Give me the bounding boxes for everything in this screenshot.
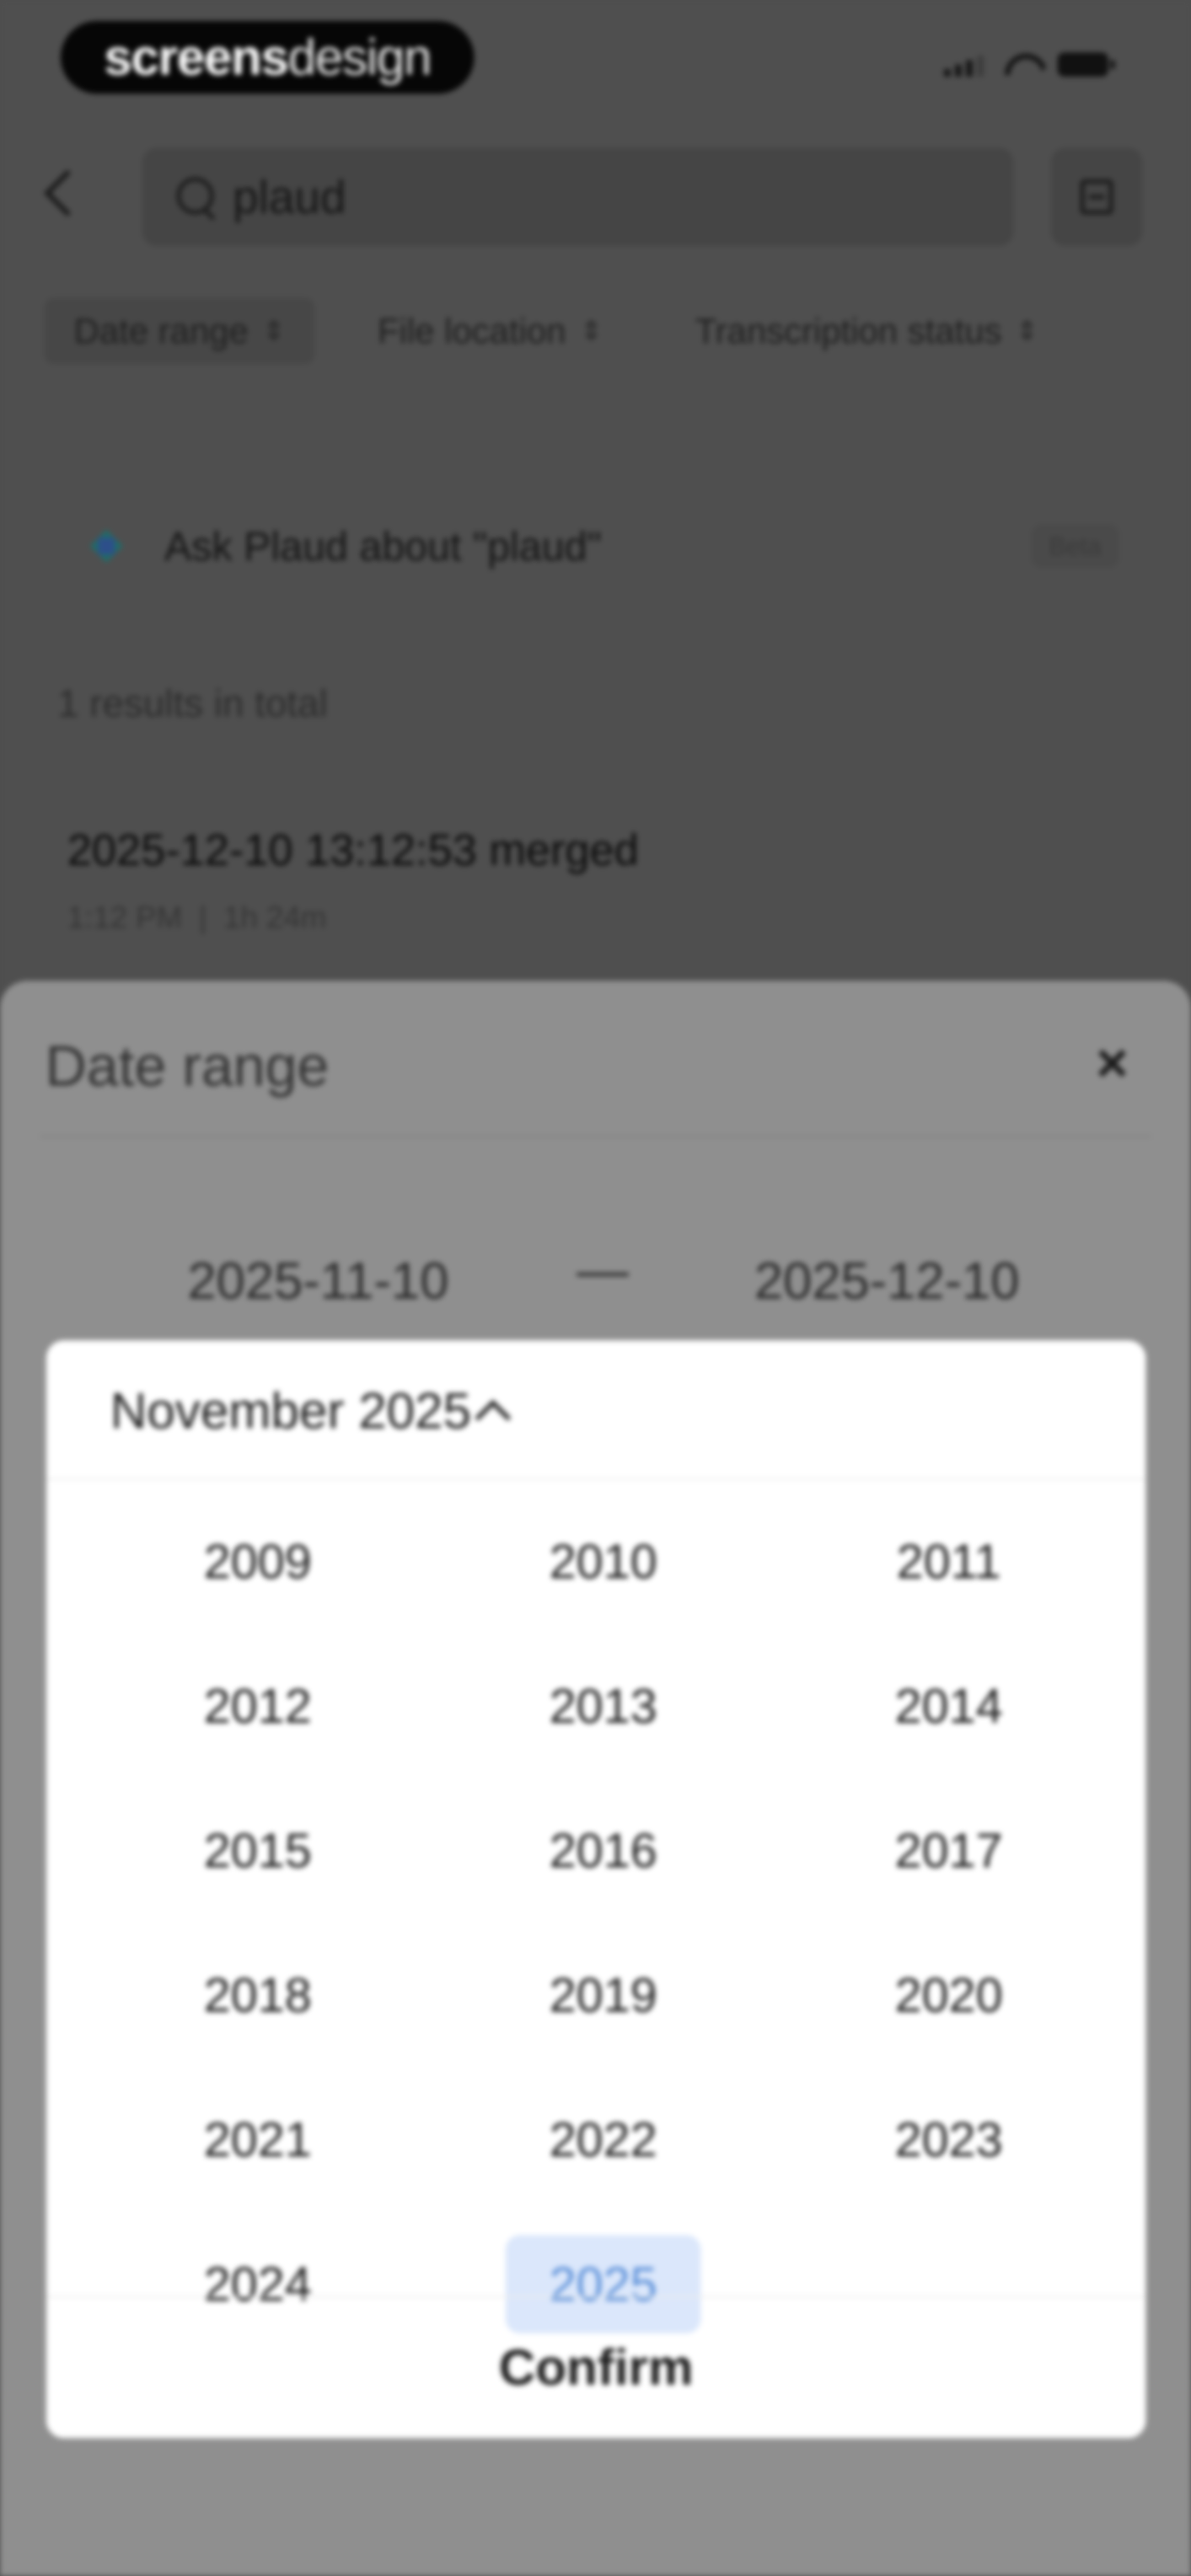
brand-watermark: screens design — [61, 21, 474, 94]
divider — [40, 1135, 1151, 1137]
chip-label: File location — [377, 311, 566, 351]
chip-date-range[interactable]: Date range ⇕ — [44, 298, 315, 364]
month-year-label: November 2025 — [110, 1383, 471, 1439]
year-picker-popup: November 2025 2009 2010 2011 2012 2013 2014 20… — [46, 1340, 1146, 2438]
year-label: 2016 — [549, 1823, 657, 1878]
year-option-2018[interactable]: 2018 — [85, 1923, 431, 2067]
result-duration: 1h 24m — [223, 900, 326, 934]
year-option-2009[interactable]: 2009 — [85, 1489, 431, 1634]
result-time: 1:12 PM — [67, 900, 183, 934]
signal-icon — [944, 56, 984, 77]
year-option-2015[interactable]: 2015 — [85, 1778, 431, 1923]
list-filter-button[interactable] — [1051, 148, 1142, 246]
year-option-2020[interactable]: 2020 — [776, 1923, 1122, 2067]
search-icon — [176, 177, 216, 217]
sort-updown-icon: ⇕ — [580, 317, 603, 346]
divider — [46, 1478, 1146, 1480]
year-option-2012[interactable]: 2012 — [85, 1634, 431, 1778]
battery-icon — [1058, 52, 1115, 77]
year-option-2019[interactable]: 2019 — [431, 1923, 776, 2067]
filter-chips: Date range ⇕ File location ⇕ Transcripti… — [44, 298, 1068, 364]
year-option-2016[interactable]: 2016 — [431, 1778, 776, 1923]
sort-updown-icon: ⇕ — [1016, 317, 1038, 346]
year-grid: 2009 2010 2011 2012 2013 2014 2015 2016 2017 2018… — [85, 1489, 1122, 2356]
year-label: 2023 — [894, 2112, 1003, 2167]
year-label: 2019 — [549, 1968, 657, 2022]
year-label: 2017 — [894, 1823, 1003, 1878]
chip-transcription-status[interactable]: Transcription status ⇕ — [666, 298, 1068, 364]
year-label: 2018 — [203, 1968, 312, 2022]
confirm-button[interactable]: Confirm — [46, 2297, 1146, 2438]
year-label: 2020 — [894, 1968, 1003, 2022]
wifi-icon — [1005, 54, 1037, 77]
result-title[interactable]: 2025-12-10 13:12:53 merged — [67, 825, 639, 875]
year-label: 2015 — [203, 1823, 312, 1878]
year-label: 2010 — [549, 1534, 657, 1589]
year-option-2013[interactable]: 2013 — [431, 1634, 776, 1778]
year-label: 2011 — [897, 1534, 1001, 1589]
search-input[interactable]: plaud — [142, 148, 1013, 246]
year-option-2011[interactable]: 2011 — [776, 1489, 1122, 1634]
meta-separator: | — [198, 900, 207, 934]
search-results-page: screens design plaud Date range ⇕ File lo… — [0, 0, 1191, 982]
end-date-field[interactable]: 2025-12-10 — [754, 1251, 1020, 1311]
month-year-toggle[interactable]: November 2025 — [110, 1382, 511, 1440]
chip-file-location[interactable]: File location ⇕ — [348, 298, 632, 364]
brand-bold: screens — [104, 29, 289, 85]
ask-plaud-row[interactable]: Ask Plaud about "plaud" Beta — [83, 513, 1119, 579]
beta-badge: Beta — [1031, 524, 1119, 568]
app-screen: screens design plaud Date range ⇕ File lo… — [0, 0, 1191, 2576]
result-meta: 1:12 PM | 1h 24m — [67, 899, 326, 935]
results-count: 1 results in total — [57, 682, 328, 725]
list-icon — [1080, 179, 1113, 215]
search-query: plaud — [233, 170, 346, 223]
year-label: 2013 — [549, 1679, 657, 1733]
year-label: 2009 — [203, 1534, 312, 1589]
sparkle-icon — [83, 522, 130, 570]
year-option-2023[interactable]: 2023 — [776, 2067, 1122, 2212]
brand-light: design — [288, 29, 432, 85]
start-date-field[interactable]: 2025-11-10 — [187, 1251, 449, 1311]
year-option-2014[interactable]: 2014 — [776, 1634, 1122, 1778]
sort-updown-icon: ⇕ — [262, 317, 285, 346]
back-arrow-icon[interactable] — [44, 169, 91, 217]
date-separator: — — [577, 1241, 629, 1298]
year-option-2021[interactable]: 2021 — [85, 2067, 431, 2212]
year-label: 2021 — [203, 2112, 312, 2167]
year-option-2017[interactable]: 2017 — [776, 1778, 1122, 1923]
year-label: 2014 — [894, 1679, 1003, 1733]
ask-plaud-label: Ask Plaud about "plaud" — [164, 523, 602, 569]
status-bar — [944, 52, 1115, 77]
chip-label: Date range — [74, 311, 249, 351]
sheet-title: Date range — [45, 1034, 329, 1098]
year-option-2022[interactable]: 2022 — [431, 2067, 776, 2212]
year-label: 2022 — [549, 2112, 657, 2167]
year-label: 2012 — [203, 1679, 312, 1733]
close-icon[interactable]: × — [1087, 1035, 1137, 1091]
year-option-2010[interactable]: 2010 — [431, 1489, 776, 1634]
chip-label: Transcription status — [695, 311, 1002, 351]
chevron-up-icon — [475, 1399, 511, 1436]
